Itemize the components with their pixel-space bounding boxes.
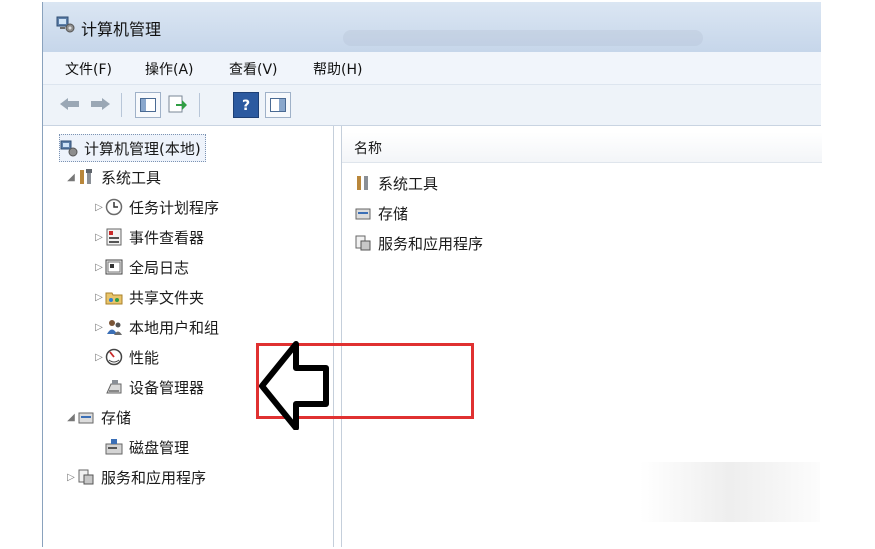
- properties-button[interactable]: [265, 92, 291, 118]
- collapsed-arrow-icon[interactable]: ▷: [93, 202, 105, 213]
- export-list-icon: [168, 95, 187, 113]
- computer-management-icon: [56, 16, 75, 33]
- shared-folder-icon: [105, 292, 123, 305]
- event-viewer-icon: [106, 228, 122, 246]
- back-button[interactable]: [57, 91, 83, 117]
- collapsed-arrow-icon[interactable]: ▷: [93, 232, 105, 243]
- menu-view[interactable]: 查看(V): [229, 59, 278, 79]
- expanded-arrow-icon[interactable]: ◢: [65, 412, 77, 423]
- users-icon: [107, 320, 122, 335]
- watermark-blur: [640, 462, 820, 522]
- tree-item-task-scheduler[interactable]: ▷ 任务计划程序: [93, 194, 219, 220]
- computer-management-icon: [60, 140, 78, 157]
- tree-item-storage[interactable]: ◢ 存储: [65, 404, 131, 430]
- menu-action[interactable]: 操作(A): [145, 59, 194, 79]
- list-item-services-applications[interactable]: 服务和应用程序: [354, 230, 483, 256]
- tree-label: 设备管理器: [129, 378, 205, 397]
- performance-gauge-icon: [105, 348, 123, 366]
- tree-label: 服务和应用程序: [101, 468, 207, 487]
- menu-file[interactable]: 文件(F): [65, 59, 112, 79]
- tree-item-event-viewer[interactable]: ▷ 事件查看器: [93, 224, 204, 250]
- services-icon: [78, 469, 94, 485]
- tree-item-services-applications[interactable]: ▷ 服务和应用程序: [65, 464, 206, 490]
- collapsed-arrow-icon[interactable]: ▷: [93, 292, 105, 303]
- collapsed-arrow-icon[interactable]: ▷: [93, 322, 105, 333]
- tree-label: 磁盘管理: [129, 438, 190, 457]
- disk-management-icon: [105, 439, 123, 455]
- forward-icon: [91, 98, 110, 110]
- properties-icon: [270, 98, 286, 112]
- tree-label: 事件查看器: [129, 228, 205, 247]
- tree-label: 全局日志: [129, 258, 190, 277]
- collapsed-arrow-icon[interactable]: ▷: [93, 262, 105, 273]
- tree-label: 计算机管理(本地): [84, 139, 201, 158]
- tree-label: 本地用户和组: [129, 318, 220, 337]
- tree-item-global-log[interactable]: ▷ 全局日志: [93, 254, 189, 280]
- storage-icon: [355, 208, 371, 220]
- tools-icon: [357, 176, 368, 190]
- back-icon: [60, 98, 79, 110]
- tree-item-device-manager[interactable]: 设备管理器: [105, 374, 204, 400]
- toolbar-separator: [121, 93, 122, 117]
- help-button[interactable]: ?: [233, 92, 259, 118]
- list-item-label: 服务和应用程序: [378, 234, 484, 253]
- menu-help[interactable]: 帮助(H): [313, 59, 362, 79]
- callout-arrow-icon: [259, 341, 329, 430]
- show-hide-console-tree-button[interactable]: [135, 92, 161, 118]
- list-item-label: 系统工具: [378, 174, 439, 193]
- svg-text:?: ?: [242, 98, 250, 113]
- menu-bar: 文件(F) 操作(A) 查看(V) 帮助(H): [43, 52, 821, 85]
- list-item-storage[interactable]: 存储: [354, 200, 408, 226]
- tree-item-disk-management[interactable]: 磁盘管理: [105, 434, 189, 460]
- expanded-arrow-icon[interactable]: ◢: [65, 172, 77, 183]
- storage-icon: [78, 412, 94, 424]
- collapsed-arrow-icon[interactable]: ▷: [65, 472, 77, 483]
- collapsed-arrow-icon[interactable]: ▷: [93, 352, 105, 363]
- tree-item-shared-folders[interactable]: ▷ 共享文件夹: [93, 284, 204, 310]
- list-item-label: 存储: [378, 204, 409, 223]
- column-header-name[interactable]: 名称: [342, 132, 822, 163]
- console-tree-icon: [140, 98, 156, 112]
- export-list-button[interactable]: [165, 91, 191, 117]
- forward-button[interactable]: [87, 91, 113, 117]
- clock-icon: [105, 198, 123, 216]
- toolbar-separator: [199, 93, 200, 117]
- column-header-label: 名称: [354, 141, 382, 157]
- help-icon: ?: [242, 98, 250, 113]
- tree-item-computer-management-local[interactable]: 计算机管理(本地): [59, 134, 206, 162]
- tree-label: 存储: [101, 408, 132, 427]
- blurred-watermark: [343, 30, 703, 46]
- list-item-system-tools[interactable]: 系统工具: [354, 170, 438, 196]
- tree-label: 任务计划程序: [129, 198, 220, 217]
- tree-label: 共享文件夹: [129, 288, 205, 307]
- tree-label: 性能: [129, 348, 160, 367]
- services-icon: [355, 235, 371, 251]
- tree-label: 系统工具: [101, 168, 162, 187]
- tree-item-performance[interactable]: ▷ 性能: [93, 344, 159, 370]
- toolbar: ?: [43, 85, 821, 126]
- tree-item-local-users-groups[interactable]: ▷ 本地用户和组: [93, 314, 219, 340]
- console-tree: 计算机管理(本地) ◢ 系统工具 ▷ 任务计划程序 ▷ 事件查看器 ▷ 全局日志…: [43, 126, 334, 547]
- log-icon: [105, 259, 123, 275]
- device-manager-icon: [106, 380, 122, 394]
- tools-icon: [80, 169, 92, 184]
- tree-item-system-tools[interactable]: ◢ 系统工具: [65, 164, 161, 190]
- window-title: 计算机管理: [81, 20, 162, 39]
